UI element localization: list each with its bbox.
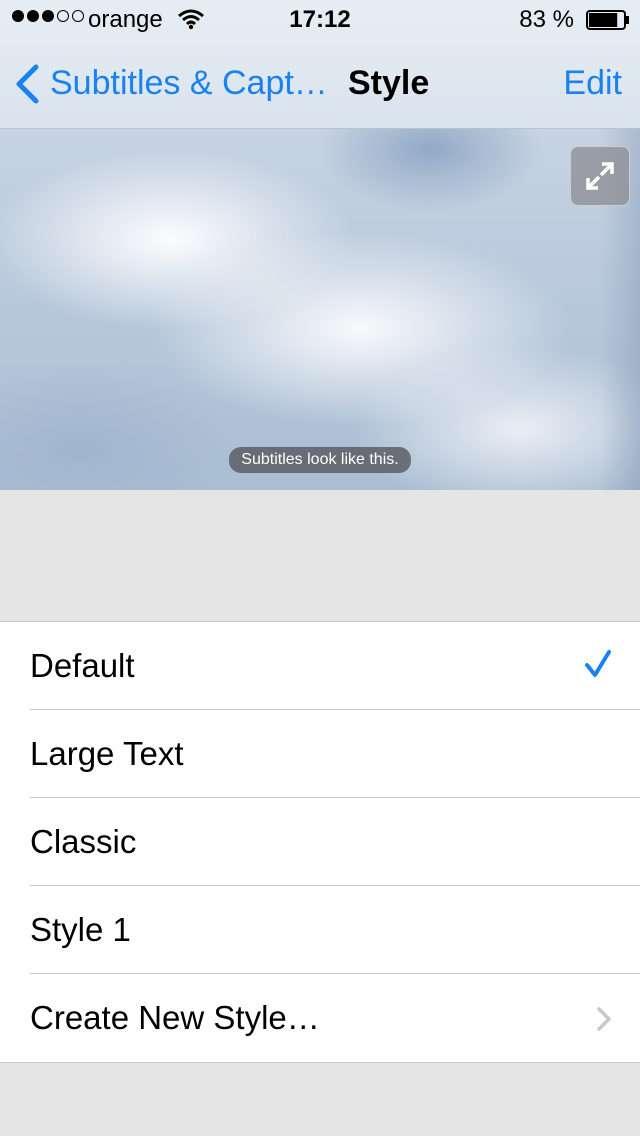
chevron-left-icon[interactable] (14, 64, 40, 104)
style-label: Create New Style… (30, 999, 320, 1036)
subtitle-sample: Subtitles look like this. (0, 447, 640, 473)
style-label: Style 1 (30, 911, 131, 948)
style-row-style-1[interactable]: Style 1 (0, 886, 640, 974)
style-list: Default Large Text Classic Style 1 Creat… (0, 621, 640, 1063)
back-button[interactable]: Subtitles & Capt… (50, 64, 328, 103)
style-row-large-text[interactable]: Large Text (0, 710, 640, 798)
page-title: Style (348, 64, 430, 102)
style-row-default[interactable]: Default (0, 622, 640, 710)
expand-button[interactable] (570, 146, 630, 206)
style-label: Large Text (30, 735, 184, 772)
top-bar: orange 17:12 83 % Subtitles & Capt… Styl… (0, 0, 640, 129)
status-bar: orange 17:12 83 % (0, 0, 640, 40)
edit-button[interactable]: Edit (563, 64, 622, 103)
chevron-right-icon (597, 1007, 611, 1031)
style-row-classic[interactable]: Classic (0, 798, 640, 886)
checkmark-icon (585, 650, 611, 677)
battery-icon (586, 10, 629, 30)
style-label: Default (30, 647, 135, 684)
create-new-style-row[interactable]: Create New Style… (0, 974, 640, 1062)
expand-icon (586, 162, 614, 190)
navigation-bar: Subtitles & Capt… Style Edit (0, 40, 640, 128)
battery-percent: 83 % (519, 6, 574, 33)
subtitle-preview: Subtitles look like this. (0, 129, 640, 490)
style-label: Classic (30, 823, 137, 860)
subtitle-sample-text: Subtitles look like this. (229, 447, 411, 473)
